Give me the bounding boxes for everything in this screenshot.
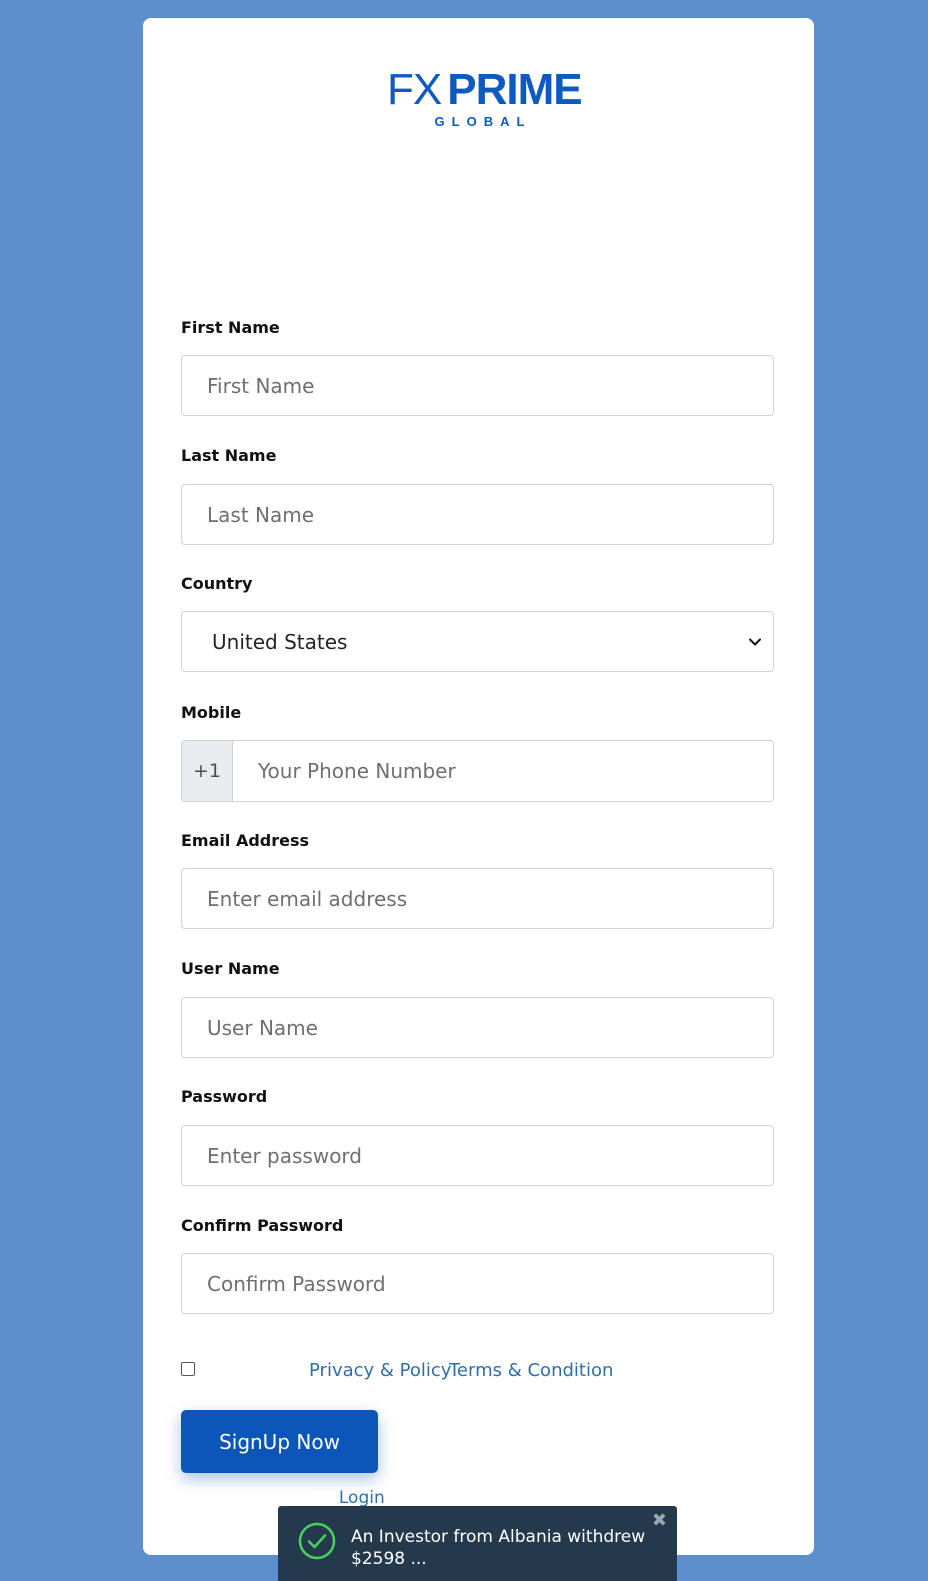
mobile-input-group: +1 bbox=[181, 740, 774, 802]
login-prompt: Have an account? Login bbox=[181, 1488, 385, 1508]
logo-prime-text: PRIME bbox=[447, 65, 582, 114]
logo-wordmark: FX PRIME bbox=[387, 65, 583, 114]
confirm-password-input[interactable] bbox=[181, 1253, 774, 1314]
email-input[interactable] bbox=[181, 868, 774, 929]
withdrawal-notification-toast: An Investor from Albania withdrew $2598 … bbox=[278, 1506, 677, 1581]
chevron-down-icon bbox=[749, 638, 761, 645]
password-label: Password bbox=[181, 1087, 268, 1106]
country-select[interactable]: United States bbox=[181, 611, 774, 672]
fx-prime-global-logo: FX PRIME GLOBAL bbox=[387, 65, 583, 130]
privacy-policy-link[interactable]: Privacy & Policy bbox=[309, 1360, 451, 1381]
last-name-input[interactable] bbox=[181, 484, 774, 545]
signup-card: FXPRIME GLOBAL First Name Last Name Coun… bbox=[143, 18, 814, 1555]
agree-terms-checkbox[interactable] bbox=[181, 1362, 195, 1376]
check-circle-icon bbox=[298, 1522, 336, 1560]
have-account-text: Have an account? bbox=[181, 1488, 334, 1508]
last-name-label: Last Name bbox=[181, 446, 277, 465]
close-icon[interactable]: ✖ bbox=[652, 1510, 667, 1531]
username-label: User Name bbox=[181, 959, 280, 978]
country-label: Country bbox=[181, 574, 253, 593]
signup-button[interactable]: SignUp Now bbox=[181, 1410, 378, 1473]
first-name-input[interactable] bbox=[181, 355, 774, 416]
password-input[interactable] bbox=[181, 1125, 774, 1186]
logo-fx-text: FX bbox=[387, 65, 442, 114]
mobile-label: Mobile bbox=[181, 703, 242, 722]
logo-subtitle: GLOBAL bbox=[434, 114, 532, 129]
toast-message: An Investor from Albania withdrew $2598 … bbox=[351, 1527, 646, 1569]
terms-condition-link[interactable]: Terms & Condition bbox=[449, 1360, 613, 1381]
first-name-label: First Name bbox=[181, 318, 280, 337]
login-link[interactable]: Login bbox=[339, 1488, 385, 1508]
country-selected-value: United States bbox=[212, 629, 348, 654]
country-code-prefix: +1 bbox=[182, 741, 233, 801]
email-label: Email Address bbox=[181, 831, 310, 850]
username-input[interactable] bbox=[181, 997, 774, 1058]
confirm-password-label: Confirm Password bbox=[181, 1216, 344, 1235]
mobile-input[interactable] bbox=[233, 741, 773, 801]
